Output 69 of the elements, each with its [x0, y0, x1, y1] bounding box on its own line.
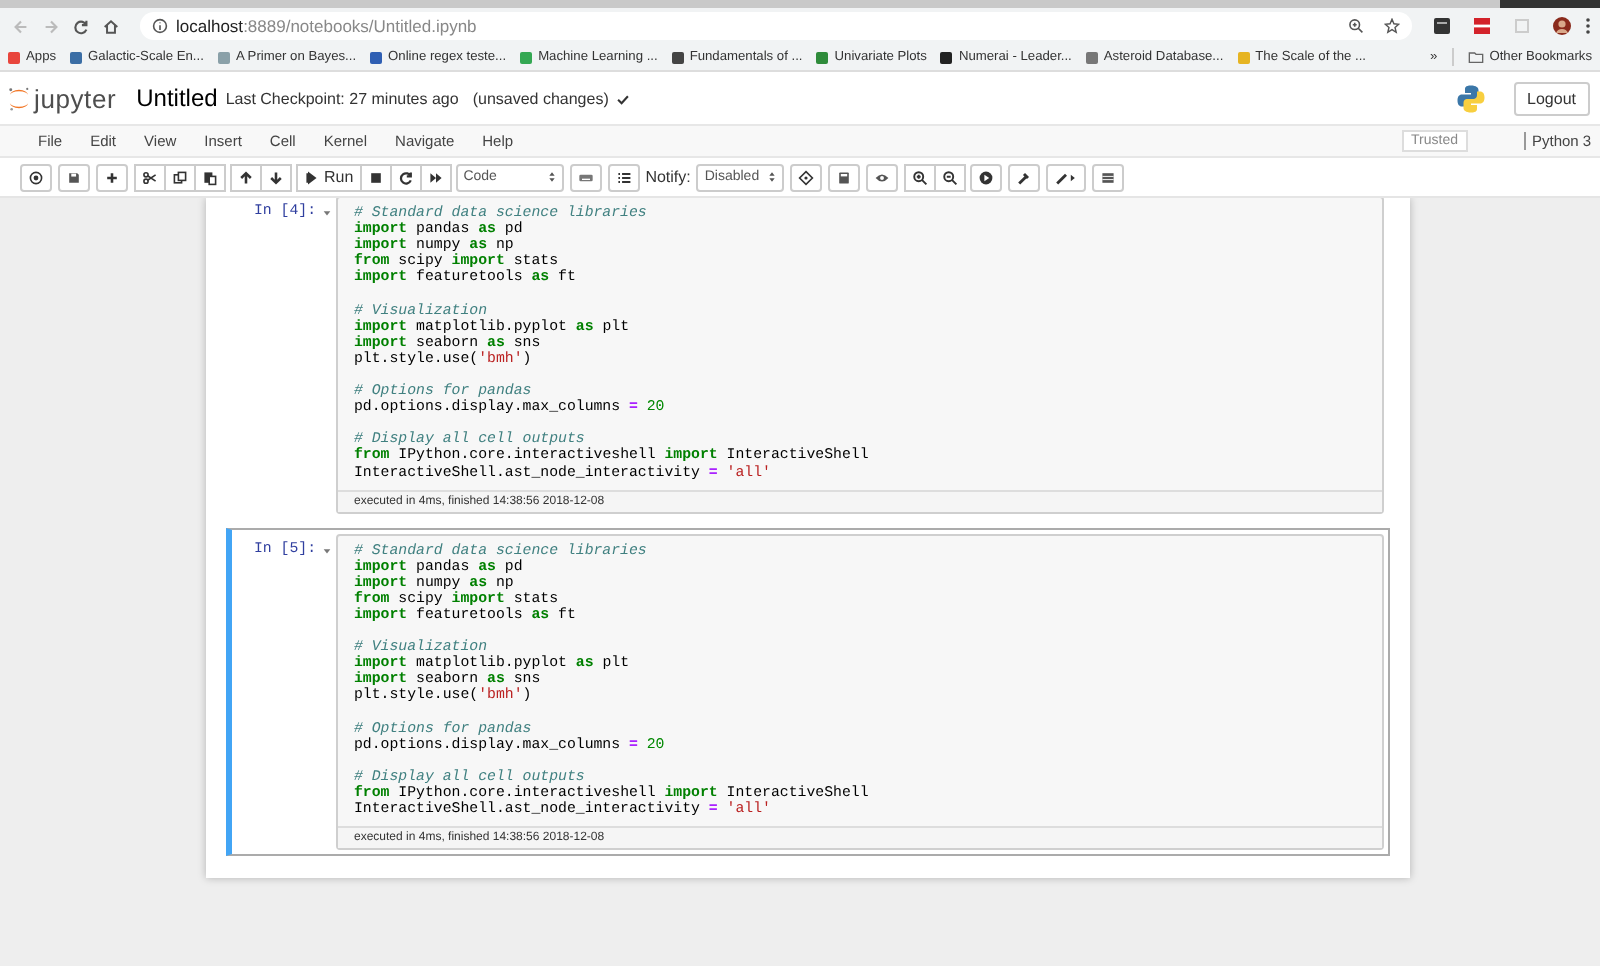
eye-button[interactable]	[865, 163, 898, 191]
play-button[interactable]	[969, 163, 1002, 191]
plus-icon	[104, 169, 120, 185]
restart-icon	[397, 169, 414, 185]
extension-icon[interactable]	[1432, 16, 1452, 36]
folder-icon	[1467, 50, 1484, 64]
python-logo	[1455, 83, 1486, 113]
calculator-icon	[835, 169, 852, 185]
arrow-down-icon	[268, 169, 284, 185]
avatar-icon[interactable]	[1552, 16, 1572, 36]
keyboard-icon	[577, 169, 594, 185]
home-icon[interactable]	[102, 17, 120, 35]
check-icon	[616, 91, 631, 105]
zoom-in-icon	[911, 169, 928, 185]
zoom-icon[interactable]	[1348, 18, 1364, 34]
run-button[interactable]: Run	[296, 163, 362, 191]
diamond-button[interactable]	[789, 163, 822, 191]
cut-button[interactable]	[134, 163, 166, 191]
updown-icon	[767, 170, 776, 184]
list-icon	[615, 169, 632, 185]
notify-label: Notify:	[645, 168, 691, 186]
address-bar[interactable]: localhost:8889/notebooks/Untitled.ipynb	[140, 12, 1412, 40]
zoom-out-button[interactable]	[933, 163, 966, 191]
extension-icon[interactable]	[1472, 16, 1492, 36]
unsaved-changes-text: (unsaved changes)	[472, 89, 609, 107]
arrow-up-icon	[238, 169, 254, 185]
target-button[interactable]	[20, 163, 52, 191]
scissors-icon	[142, 169, 158, 185]
clipboard-icon	[202, 169, 218, 185]
caret-icon[interactable]	[322, 208, 332, 218]
keyboard-button[interactable]	[569, 163, 602, 191]
notebook-title[interactable]: Untitled	[136, 84, 218, 112]
table-icon	[1099, 169, 1116, 185]
list-button[interactable]	[607, 163, 640, 191]
move-up-button[interactable]	[230, 163, 262, 191]
restart-button[interactable]	[389, 163, 422, 191]
wrench-icon	[1015, 169, 1032, 185]
menu-icon[interactable]	[1584, 16, 1592, 36]
star-icon[interactable]	[1384, 18, 1400, 34]
fast-forward-icon	[427, 169, 444, 185]
paste-button[interactable]	[194, 163, 226, 191]
reload-icon[interactable]	[72, 17, 90, 35]
add-cell-button[interactable]	[96, 163, 128, 191]
zoom-in-button[interactable]	[903, 163, 936, 191]
wrench-button[interactable]	[1007, 163, 1040, 191]
stop-icon	[367, 169, 384, 185]
zoom-out-icon	[941, 169, 958, 185]
caret-icon[interactable]	[322, 545, 332, 556]
calculator-button[interactable]	[827, 163, 860, 191]
table-button[interactable]	[1091, 163, 1124, 191]
fast-forward-button[interactable]	[419, 163, 452, 191]
stop-button[interactable]	[359, 163, 392, 191]
info-icon[interactable]	[152, 18, 168, 34]
brush-icon	[1053, 169, 1078, 185]
target-icon	[28, 169, 44, 185]
move-down-button[interactable]	[260, 163, 292, 191]
save-button[interactable]	[58, 163, 90, 191]
updown-icon	[547, 170, 556, 184]
play-circle-icon	[977, 169, 994, 185]
diamond-icon	[797, 169, 814, 185]
brush-button[interactable]	[1045, 163, 1086, 191]
jupyter-logo[interactable]: jupyter	[8, 83, 117, 113]
eye-icon	[873, 169, 890, 185]
code-cell[interactable]	[226, 527, 1390, 857]
copy-button[interactable]	[164, 163, 196, 191]
checkpoint-text: Last Checkpoint: 27 minutes ago	[225, 89, 459, 107]
step-icon	[304, 169, 320, 185]
copy-icon	[172, 169, 188, 185]
logout-button[interactable]: Logout	[1513, 81, 1590, 115]
